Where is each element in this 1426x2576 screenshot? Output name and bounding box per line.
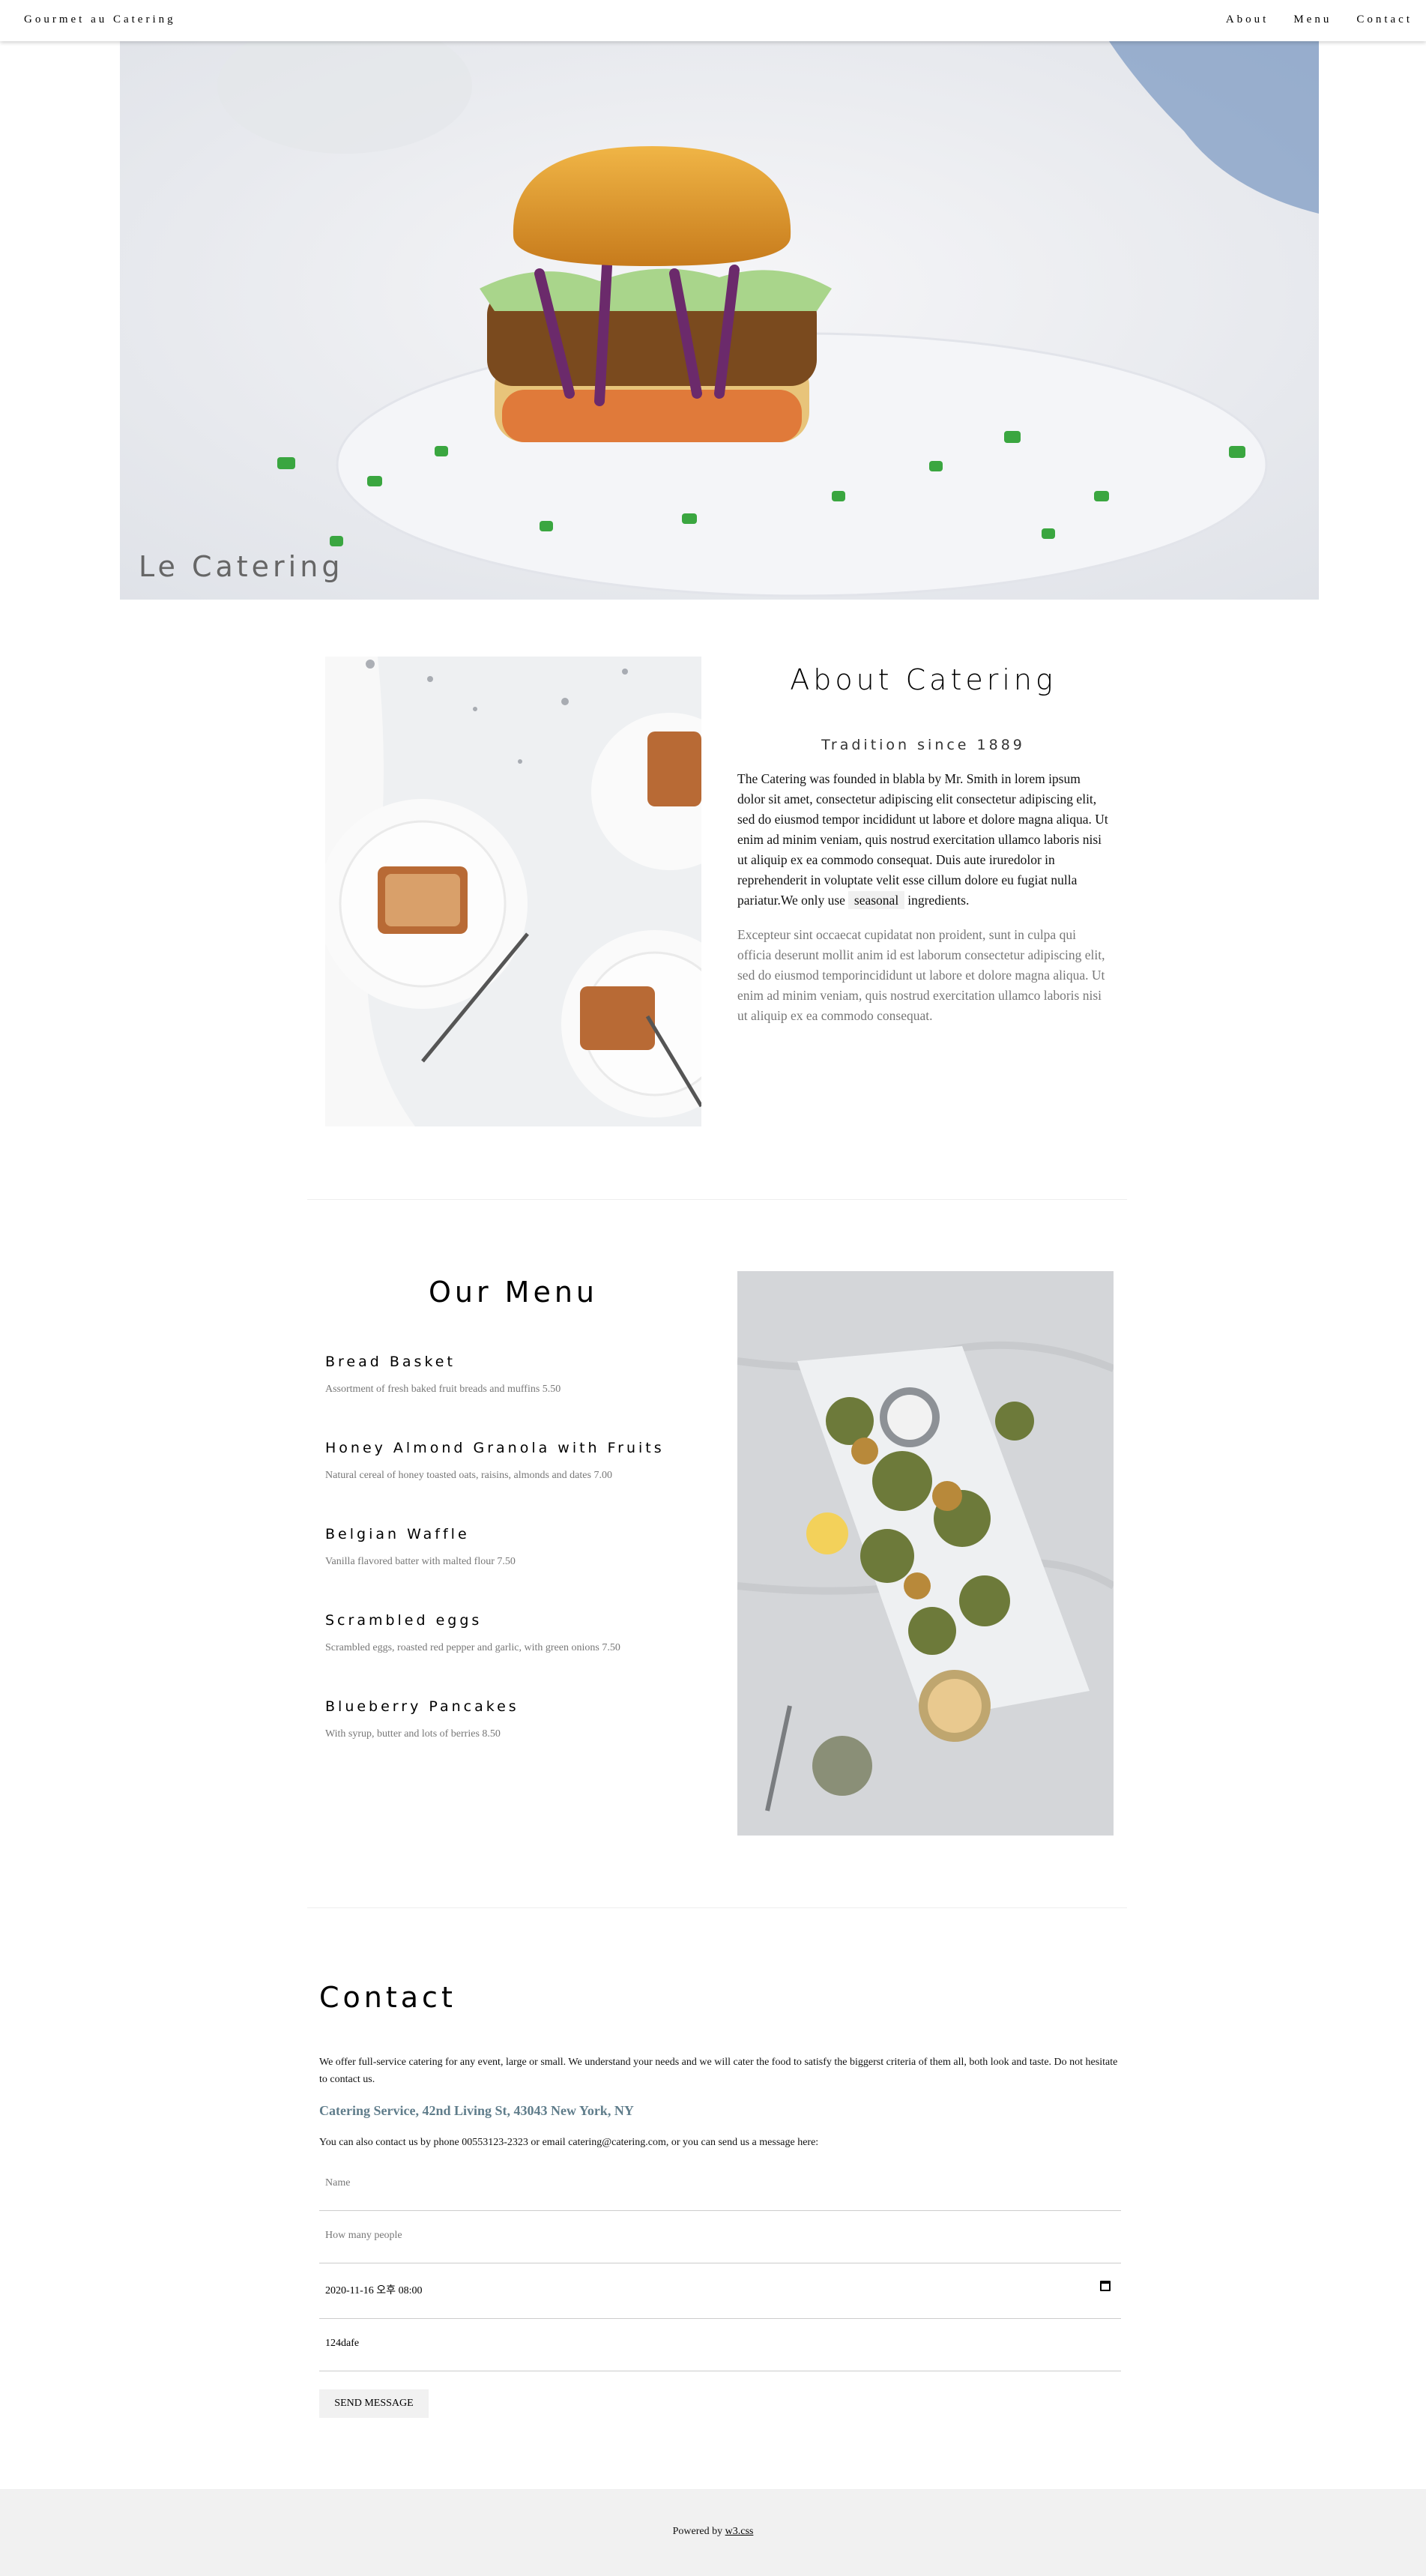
contact-address: Catering Service, 42nd Living St, 43043 …	[319, 2103, 634, 2118]
menu-item-name: Blueberry Pancakes	[325, 1698, 519, 1715]
name-placeholder: Name	[325, 2177, 351, 2189]
nav-contact-link[interactable]: Contact	[1356, 13, 1413, 26]
menu-title: Our Menu	[428, 1276, 599, 1309]
divider	[307, 1907, 1127, 1908]
message-value: 124dafe	[325, 2338, 360, 2349]
menu-item: Bread Basket Assortment of fresh baked f…	[325, 1354, 715, 1396]
menu-item-desc: With syrup, butter and lots of berries 8…	[325, 1728, 501, 1740]
hamburger-photo	[120, 41, 1319, 600]
about-title: About Catering	[790, 663, 1057, 696]
people-placeholder: How many people	[325, 2230, 402, 2241]
datetime-value: 2020-11-16 오후 08:00	[325, 2285, 423, 2296]
powered-by-label: Powered by	[672, 2526, 723, 2537]
menu-item: Blueberry Pancakes With syrup, butter an…	[325, 1698, 715, 1740]
top-navbar: Gourmet au Catering About Menu Contact	[0, 0, 1426, 41]
menu-item: Honey Almond Granola with Fruits Natural…	[325, 1440, 715, 1482]
contact-phone-email: You can also contact us by phone 0055312…	[319, 2137, 819, 2148]
about-paragraph-1: The Catering was founded in blabla by Mr…	[737, 769, 1109, 911]
people-input[interactable]: How many people	[319, 2212, 1121, 2263]
menu-item-desc: Assortment of fresh baked fruit breads a…	[325, 1384, 561, 1395]
menu-item-desc: Vanilla flavored batter with malted flou…	[325, 1556, 516, 1567]
hero-caption: Le Catering	[139, 550, 344, 583]
footer: Powered by w3.css	[0, 2489, 1426, 2576]
menu-item-name: Scrambled eggs	[325, 1612, 483, 1629]
footer-text: Powered by w3.css	[0, 2526, 1426, 2538]
menu-item-desc: Natural cereal of honey toasted oats, ra…	[325, 1470, 612, 1481]
fried-greens-photo	[737, 1271, 1114, 1836]
nav-about-link[interactable]: About	[1226, 13, 1269, 26]
menu-item-name: Bread Basket	[325, 1354, 456, 1370]
nav-links: About Menu Contact	[1226, 13, 1426, 26]
dessert-plates-photo	[325, 657, 701, 1126]
menu-item: Belgian Waffle Vanilla flavored batter w…	[325, 1526, 715, 1568]
menu-item: Scrambled eggs Scrambled eggs, roasted r…	[325, 1612, 715, 1654]
about-paragraph-1-text: The Catering was founded in blabla by Mr…	[737, 771, 1108, 908]
about-paragraph-2: Excepteur sint occaecat cupidatat non pr…	[737, 927, 1105, 1023]
menu-item-desc: Scrambled eggs, roasted red pepper and g…	[325, 1642, 620, 1653]
contact-title: Contact	[319, 1981, 456, 2014]
calendar-icon[interactable]	[1100, 2281, 1111, 2291]
datetime-input[interactable]: 2020-11-16 오후 08:00	[319, 2264, 1121, 2319]
hero-image: Le Catering	[120, 41, 1319, 600]
menu-image	[737, 1271, 1114, 1836]
message-input[interactable]: 124dafe	[319, 2320, 1121, 2371]
brand-link[interactable]: Gourmet au Catering	[24, 13, 176, 26]
menu-item-name: Belgian Waffle	[325, 1526, 470, 1542]
w3css-link[interactable]: w3.css	[725, 2526, 754, 2537]
divider	[307, 1199, 1127, 1200]
about-image	[325, 657, 701, 1126]
nav-menu-link[interactable]: Menu	[1293, 13, 1332, 26]
send-message-button[interactable]: SEND MESSAGE	[319, 2389, 429, 2418]
about-subtitle: Tradition since 1889	[821, 737, 1025, 753]
menu-item-name: Honey Almond Granola with Fruits	[325, 1440, 665, 1456]
name-input[interactable]: Name	[319, 2159, 1121, 2211]
about-paragraph-1-end: ingredients.	[907, 893, 970, 908]
seasonal-tag: seasonal	[848, 891, 905, 909]
contact-intro: We offer full-service catering for any e…	[319, 2057, 1118, 2085]
